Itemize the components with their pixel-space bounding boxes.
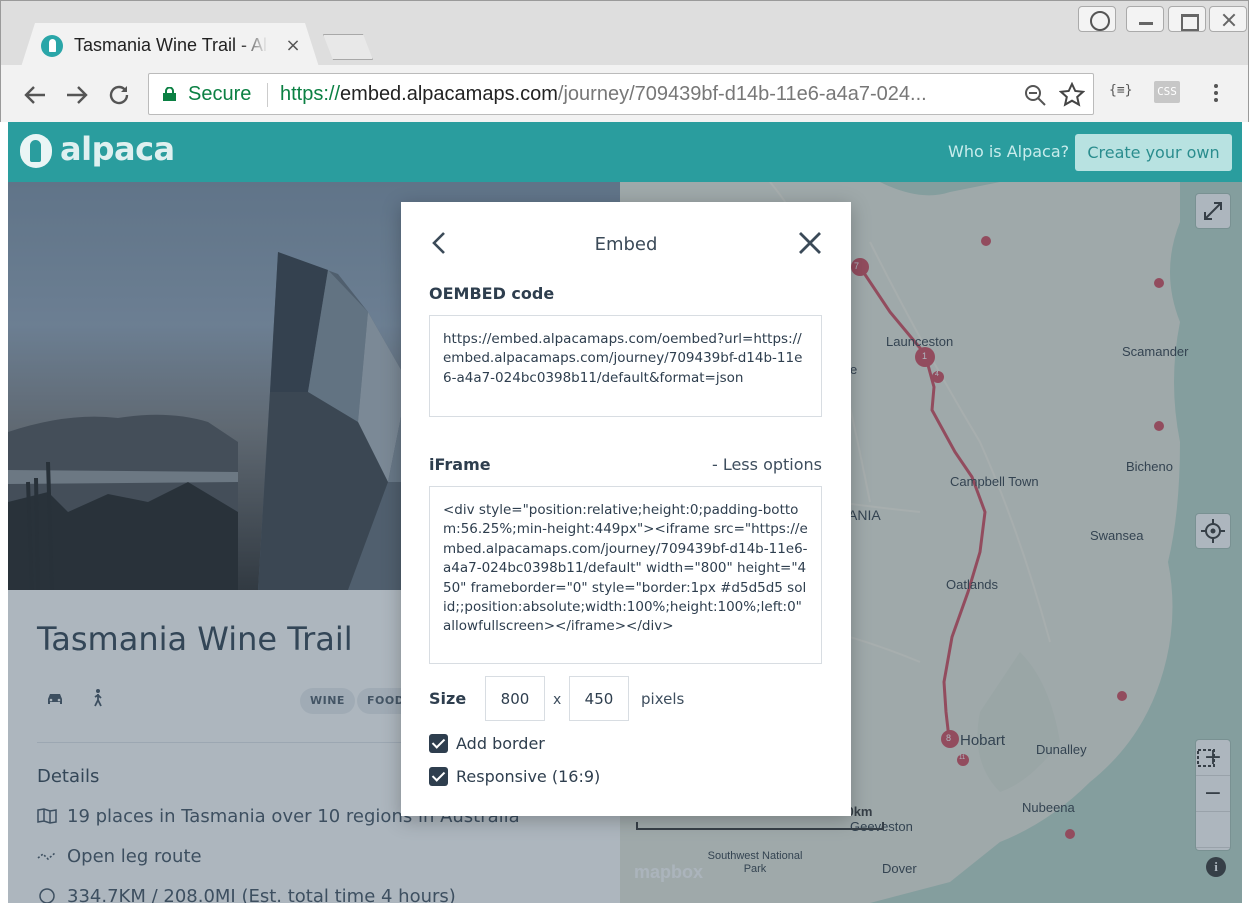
forward-arrow-icon[interactable] (63, 81, 91, 109)
height-input[interactable]: 450 (569, 676, 629, 721)
url-scheme: https:// (280, 83, 341, 105)
minimize-button[interactable] (1126, 6, 1164, 32)
modal-title: Embed (594, 234, 658, 255)
alpaca-logo-icon[interactable] (20, 134, 52, 168)
close-window-button[interactable] (1209, 6, 1247, 32)
logo-text[interactable]: alpaca (60, 130, 175, 168)
address-divider (267, 83, 268, 107)
new-tab-button[interactable] (323, 34, 373, 60)
url-path: /journey/709439bf-d14b-11e6-a4a7-024... (557, 83, 927, 105)
browser-window: Tasmania Wine Trail - Alpaca × Secure ht… (0, 0, 1249, 122)
size-label: Size (429, 689, 467, 708)
json-extension-icon[interactable]: {≡} (1109, 83, 1132, 105)
menu-kebab-icon[interactable] (1204, 81, 1228, 109)
address-bar[interactable]: Secure https://embed.alpacamaps.com/jour… (148, 73, 1094, 115)
app-header: alpaca Who is Alpaca? Create your own (8, 122, 1242, 182)
responsive-label[interactable]: Responsive (16:9) (456, 767, 600, 786)
browser-toolbar: Secure https://embed.alpacamaps.com/jour… (1, 65, 1248, 123)
alpaca-favicon-icon (41, 35, 63, 57)
tab-title[interactable]: Tasmania Wine Trail - Alpaca (74, 35, 268, 56)
close-icon[interactable] (797, 230, 823, 256)
embed-modal: Embed OEMBED code https://embed.alpacama… (401, 202, 851, 816)
create-your-own-button[interactable]: Create your own (1075, 134, 1232, 171)
iframe-code-field[interactable]: <div style="position:relative;height:0;p… (429, 486, 822, 664)
tab-close-icon[interactable]: × (283, 35, 303, 57)
bookmark-star-icon[interactable] (1059, 82, 1085, 108)
responsive-checkbox[interactable] (429, 767, 448, 786)
profile-icon[interactable] (1078, 6, 1116, 32)
add-border-checkbox[interactable] (429, 734, 448, 753)
add-border-label[interactable]: Add border (456, 734, 545, 753)
size-unit-label: pixels (641, 690, 685, 708)
url-text[interactable]: https://embed.alpacamaps.com/journey/709… (280, 83, 1010, 106)
oembed-code-field[interactable]: https://embed.alpacamaps.com/oembed?url=… (429, 315, 822, 417)
url-host: embed.alpacamaps.com (340, 83, 558, 105)
width-input[interactable]: 800 (485, 676, 545, 721)
reload-icon[interactable] (105, 81, 133, 109)
secure-label: Secure (188, 83, 252, 105)
oembed-label: OEMBED code (429, 284, 555, 303)
iframe-label: iFrame (429, 455, 491, 474)
css-extension-icon[interactable]: CSS (1154, 81, 1180, 103)
maximize-button[interactable] (1168, 6, 1206, 32)
tab-strip: Tasmania Wine Trail - Alpaca × (1, 1, 1248, 65)
lock-icon (163, 87, 176, 101)
back-arrow-icon[interactable] (21, 81, 49, 109)
zoom-icon[interactable] (1023, 83, 1047, 107)
who-is-alpaca-link[interactable]: Who is Alpaca? (948, 142, 1069, 161)
less-options-link[interactable]: - Less options (712, 455, 822, 474)
size-separator: x (553, 692, 562, 708)
